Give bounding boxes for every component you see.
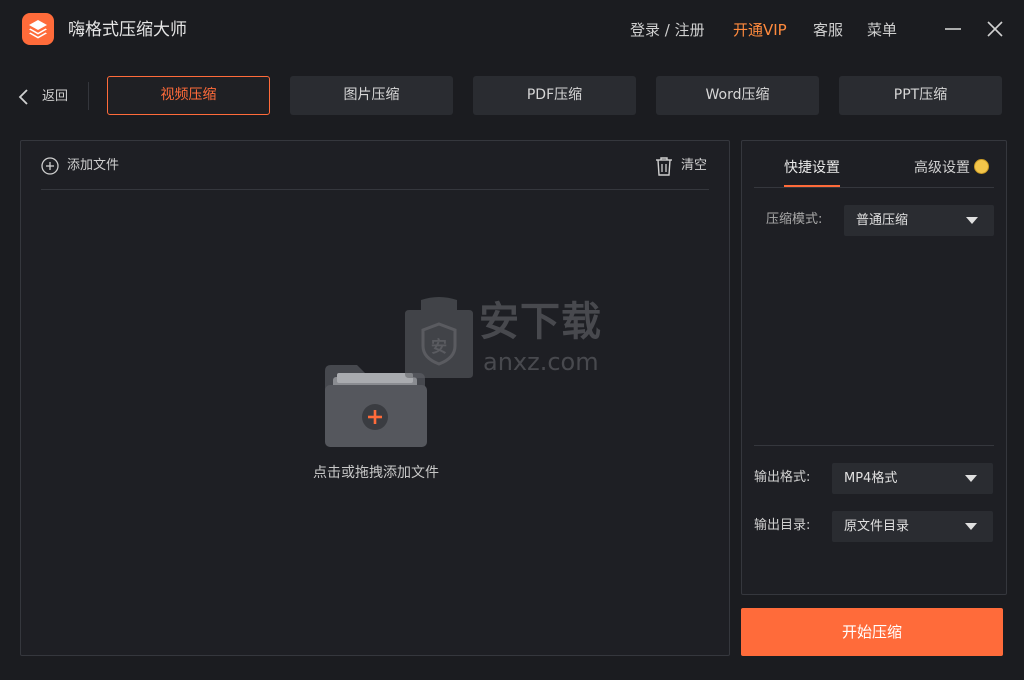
compress-mode-select[interactable]: 普通压缩 bbox=[844, 205, 994, 236]
divider bbox=[754, 445, 994, 446]
tab-pdf-compress[interactable]: PDF压缩 bbox=[473, 76, 636, 115]
shield-watermark-icon: 安 bbox=[405, 297, 473, 378]
vip-link[interactable]: 开通VIP bbox=[733, 20, 787, 40]
output-dir-value: 原文件目录 bbox=[844, 519, 910, 534]
tab-word-compress[interactable]: Word压缩 bbox=[656, 76, 819, 115]
file-drop-panel[interactable]: 添加文件 清空 点击或拖拽添加文件 bbox=[20, 140, 730, 656]
divider bbox=[88, 82, 89, 110]
compress-mode-value: 普通压缩 bbox=[856, 213, 909, 228]
output-dir-label: 输出目录: bbox=[754, 518, 811, 533]
add-file-label: 添加文件 bbox=[67, 158, 120, 173]
login-register-link[interactable]: 登录 / 注册 bbox=[630, 20, 705, 40]
add-circle-icon bbox=[41, 157, 59, 175]
coin-icon bbox=[974, 159, 989, 174]
watermark-en: anxz.com bbox=[483, 348, 599, 376]
start-compress-button[interactable]: 开始压缩 bbox=[741, 608, 1003, 656]
watermark: 安 安下载 anxz.com bbox=[403, 296, 623, 380]
menu-link[interactable]: 菜单 bbox=[867, 20, 897, 40]
back-label: 返回 bbox=[42, 89, 69, 104]
service-link[interactable]: 客服 bbox=[813, 20, 843, 40]
close-icon[interactable] bbox=[984, 18, 1006, 40]
compress-mode-label: 压缩模式: bbox=[766, 212, 823, 227]
tab-ppt-compress[interactable]: PPT压缩 bbox=[839, 76, 1002, 115]
app-logo-icon bbox=[22, 13, 54, 45]
watermark-cn: 安下载 bbox=[479, 299, 602, 345]
app-title: 嗨格式压缩大师 bbox=[68, 20, 187, 40]
output-format-select[interactable]: MP4格式 bbox=[832, 463, 993, 494]
output-format-value: MP4格式 bbox=[844, 471, 898, 486]
output-dir-select[interactable]: 原文件目录 bbox=[832, 511, 993, 542]
settings-panel: 快捷设置 高级设置 压缩模式: 普通压缩 输出格式: MP4格式 输出目录: 原… bbox=[741, 140, 1007, 595]
tab-image-compress[interactable]: 图片压缩 bbox=[290, 76, 453, 115]
drop-hint-text: 点击或拖拽添加文件 bbox=[313, 465, 439, 481]
tab-quick-settings[interactable]: 快捷设置 bbox=[784, 158, 840, 178]
minimize-icon[interactable] bbox=[942, 18, 964, 40]
clear-label: 清空 bbox=[681, 158, 708, 173]
trash-icon bbox=[656, 157, 672, 176]
caret-down-icon bbox=[966, 217, 978, 224]
watermark-shield-char: 安 bbox=[431, 337, 447, 356]
title-bar: 嗨格式压缩大师 登录 / 注册 开通VIP 客服 菜单 bbox=[0, 0, 1024, 60]
clear-button[interactable]: 清空 bbox=[655, 156, 715, 176]
divider bbox=[41, 189, 709, 190]
output-format-label: 输出格式: bbox=[754, 470, 811, 485]
caret-down-icon bbox=[965, 475, 977, 482]
tab-video-compress[interactable]: 视频压缩 bbox=[107, 76, 270, 115]
caret-down-icon bbox=[965, 523, 977, 530]
tab-advanced-settings[interactable]: 高级设置 bbox=[914, 158, 970, 178]
divider bbox=[754, 187, 994, 188]
back-chevron-icon bbox=[18, 89, 28, 105]
